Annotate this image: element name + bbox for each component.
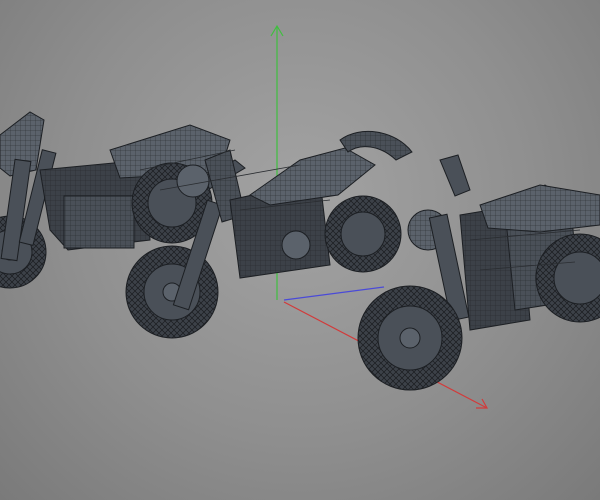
front-wheel bbox=[357, 285, 463, 391]
3d-viewport[interactable] bbox=[0, 0, 600, 500]
motorcycle-right[interactable] bbox=[357, 154, 600, 391]
scene bbox=[0, 24, 600, 409]
rear-wheel-right bbox=[324, 195, 402, 273]
z-axis-icon[interactable] bbox=[283, 286, 385, 301]
